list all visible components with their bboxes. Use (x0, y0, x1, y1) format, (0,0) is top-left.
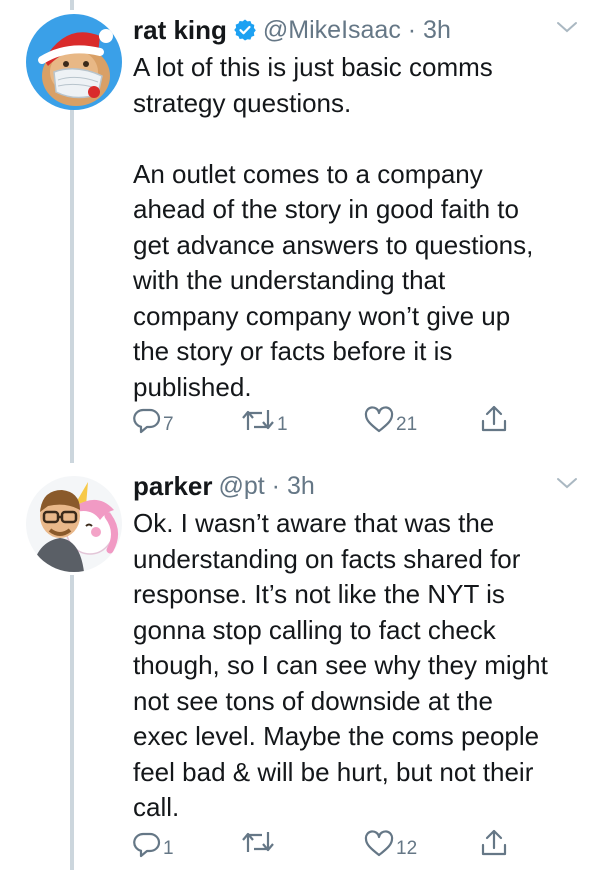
like-count: 12 (396, 838, 418, 859)
like-button[interactable]: 21 (364, 404, 417, 436)
tweet-content: rat king @MikeIsaac · 3h A lot of this i… (133, 12, 580, 405)
tweet[interactable]: rat king @MikeIsaac · 3h A lot of this i… (0, 0, 600, 470)
reply-icon (133, 832, 161, 858)
like-button[interactable]: 12 (364, 828, 417, 860)
tweet-header: parker @pt · 3h (133, 468, 580, 504)
chevron-down-icon[interactable] (556, 20, 578, 34)
reply-icon (133, 408, 161, 434)
share-icon (481, 829, 507, 856)
retweet-count: 1 (277, 414, 288, 435)
like-count: 21 (396, 414, 418, 435)
share-icon (481, 405, 507, 432)
share-button[interactable] (480, 828, 508, 858)
chevron-down-icon[interactable] (556, 476, 578, 490)
user-name[interactable]: rat king (133, 15, 227, 46)
tweet-content: parker @pt · 3h Ok. I wasn’t aware that … (133, 468, 580, 826)
heart-icon (364, 406, 394, 433)
tweet-text: A lot of this is just basic comms strate… (133, 52, 534, 402)
person-unicorn-avatar-icon (26, 476, 122, 572)
rat-santa-avatar-icon (26, 14, 122, 110)
reply-button[interactable]: 1 (133, 828, 174, 860)
reply-button[interactable]: 7 (133, 404, 174, 436)
heart-icon (364, 830, 394, 857)
verified-badge-icon (233, 18, 257, 42)
user-name[interactable]: parker (133, 471, 213, 502)
tweet-actions: 1 12 (133, 828, 573, 868)
tweet-header: rat king @MikeIsaac · 3h (133, 12, 580, 48)
retweet-icon (242, 832, 274, 852)
user-handle-timestamp[interactable]: @pt · 3h (219, 472, 315, 501)
share-button[interactable] (480, 404, 508, 434)
avatar[interactable] (26, 14, 122, 110)
tweet[interactable]: parker @pt · 3h Ok. I wasn’t aware that … (0, 468, 600, 870)
tweet-actions: 7 1 21 (133, 404, 573, 444)
retweet-icon (242, 410, 274, 430)
reply-count: 7 (163, 414, 174, 435)
retweet-button[interactable]: 1 (241, 404, 288, 436)
retweet-button[interactable] (241, 828, 277, 856)
avatar[interactable] (26, 476, 122, 572)
user-handle-timestamp[interactable]: @MikeIsaac · 3h (263, 16, 451, 45)
tweet-text: Ok. I wasn’t aware that was the understa… (133, 508, 548, 822)
reply-count: 1 (163, 838, 174, 859)
